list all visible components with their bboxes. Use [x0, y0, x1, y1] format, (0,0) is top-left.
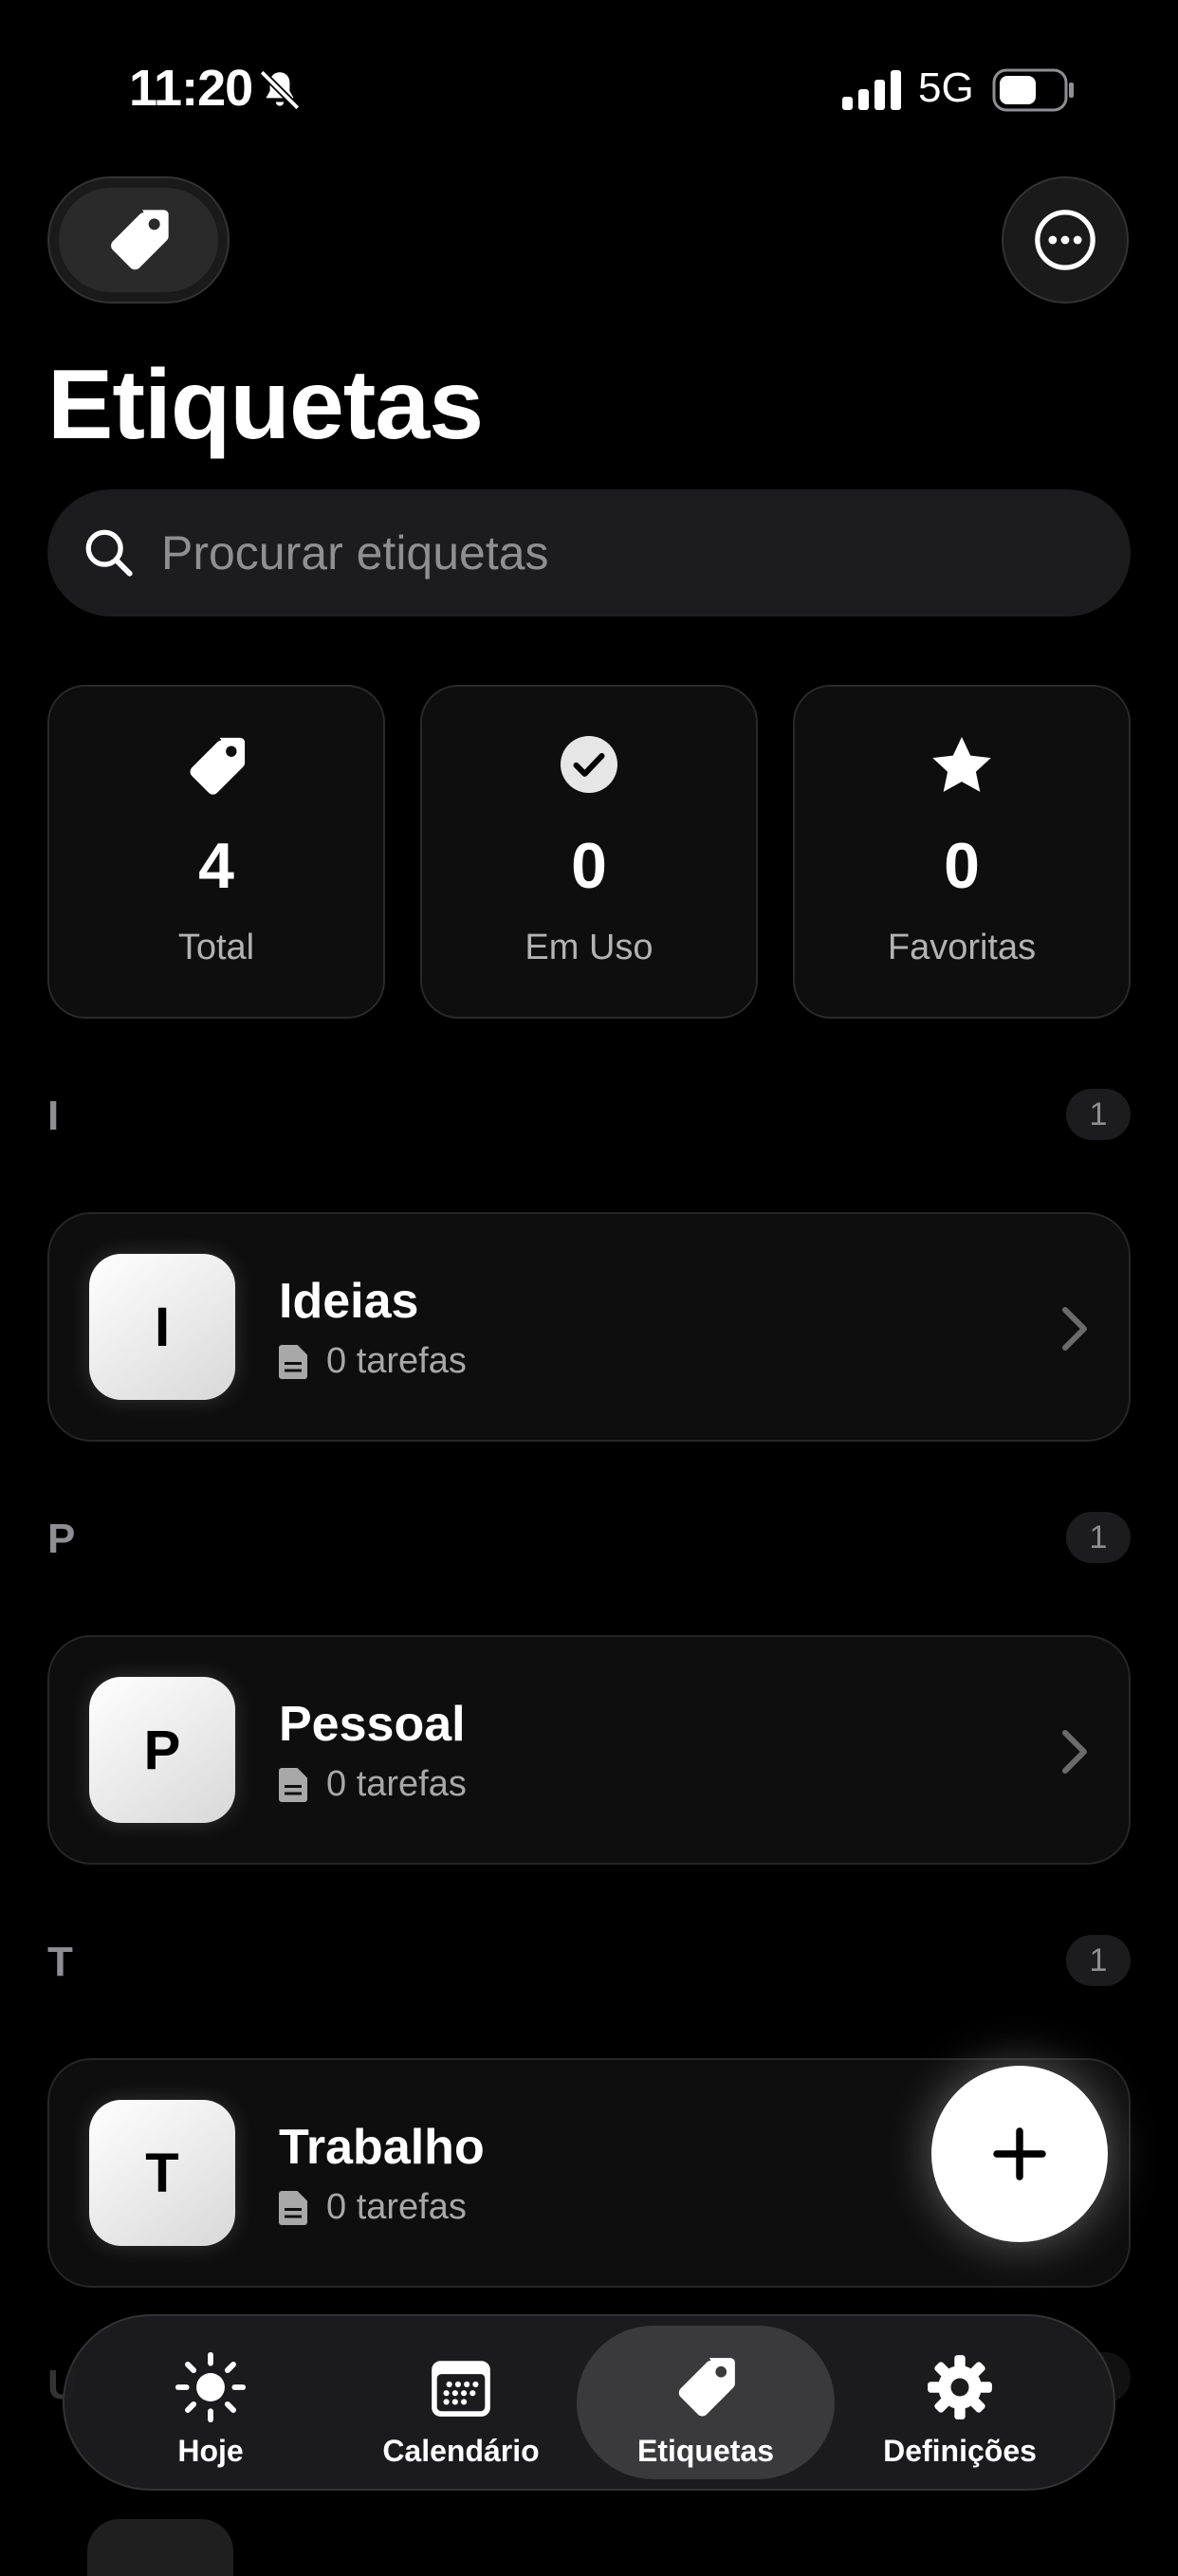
ellipsis-circle-icon [1035, 210, 1095, 270]
label-row-ideias[interactable]: I Ideias 0 tarefas [47, 1212, 1131, 1442]
chevron-right-icon [1062, 1307, 1087, 1351]
tab-hoje[interactable]: Hoje [82, 2326, 340, 2479]
stat-label: Total [177, 928, 255, 967]
label-avatar-peek [87, 2519, 233, 2576]
tab-label: Hoje [177, 2434, 244, 2468]
stat-label: Em Uso [525, 928, 653, 967]
plus-icon [993, 2127, 1046, 2180]
label-avatar: I [89, 1254, 235, 1400]
cellular-signal-icon [842, 70, 901, 110]
document-icon [279, 1767, 307, 1802]
search-icon [85, 529, 133, 577]
tag-icon [111, 210, 169, 270]
chevron-right-icon [1062, 1730, 1087, 1774]
check-circle-icon [561, 736, 617, 793]
section-header-letter: I [47, 1093, 60, 1139]
tab-label: Definições [883, 2434, 1037, 2468]
document-icon [279, 1344, 307, 1379]
star-icon [932, 736, 991, 792]
stat-card-favoritas[interactable]: 0 Favoritas [793, 685, 1131, 1019]
section-header-letter: P [47, 1516, 76, 1562]
stat-card-em-uso[interactable]: 0 Em Uso [420, 685, 758, 1019]
tag-icon [190, 737, 246, 795]
page-title: Etiquetas [47, 350, 484, 460]
battery-icon [992, 68, 1074, 112]
add-label-button[interactable] [931, 2066, 1108, 2242]
tag-header-button[interactable] [47, 176, 230, 304]
more-options-button[interactable] [1002, 176, 1129, 304]
stat-value: 0 [571, 830, 607, 902]
status-time: 11:20 [129, 60, 253, 117]
label-task-count: 0 tarefas [326, 2187, 467, 2227]
tag-icon [678, 2358, 735, 2417]
label-task-count: 0 tarefas [326, 1341, 467, 1381]
section-count-badge: 1 [1066, 1089, 1131, 1140]
section-count-badge: 1 [1066, 1512, 1131, 1563]
network-type: 5G [918, 64, 974, 111]
label-avatar: T [89, 2100, 235, 2246]
tab-label: Etiquetas [636, 2434, 775, 2468]
label-task-count: 0 tarefas [326, 1764, 467, 1804]
label-name: Trabalho [279, 2120, 485, 2175]
section-header-letter: T [47, 1939, 73, 1985]
label-name: Pessoal [279, 1697, 466, 1752]
label-avatar: P [89, 1677, 235, 1823]
gear-icon [928, 2355, 992, 2420]
stat-value: 0 [944, 830, 980, 902]
document-icon [279, 2190, 307, 2225]
tab-calendario[interactable]: Calendário [332, 2326, 590, 2479]
search-input[interactable] [159, 524, 1017, 581]
sun-icon [175, 2351, 247, 2423]
bell-slash-icon [259, 69, 301, 111]
label-name: Ideias [279, 1274, 419, 1329]
calendar-icon [432, 2361, 490, 2417]
search-bar[interactable] [47, 489, 1131, 616]
stat-value: 4 [198, 830, 234, 902]
tab-bar: Hoje Calendário Etiquetas Definições [63, 2314, 1115, 2491]
tab-etiquetas[interactable]: Etiquetas [577, 2326, 835, 2479]
tab-label: Calendário [382, 2434, 540, 2468]
section-count-badge: 1 [1066, 1935, 1131, 1986]
tab-definicoes[interactable]: Definições [831, 2326, 1089, 2479]
stat-label: Favoritas [887, 928, 1037, 967]
stat-card-total[interactable]: 4 Total [47, 685, 385, 1019]
label-row-pessoal[interactable]: P Pessoal 0 tarefas [47, 1635, 1131, 1865]
